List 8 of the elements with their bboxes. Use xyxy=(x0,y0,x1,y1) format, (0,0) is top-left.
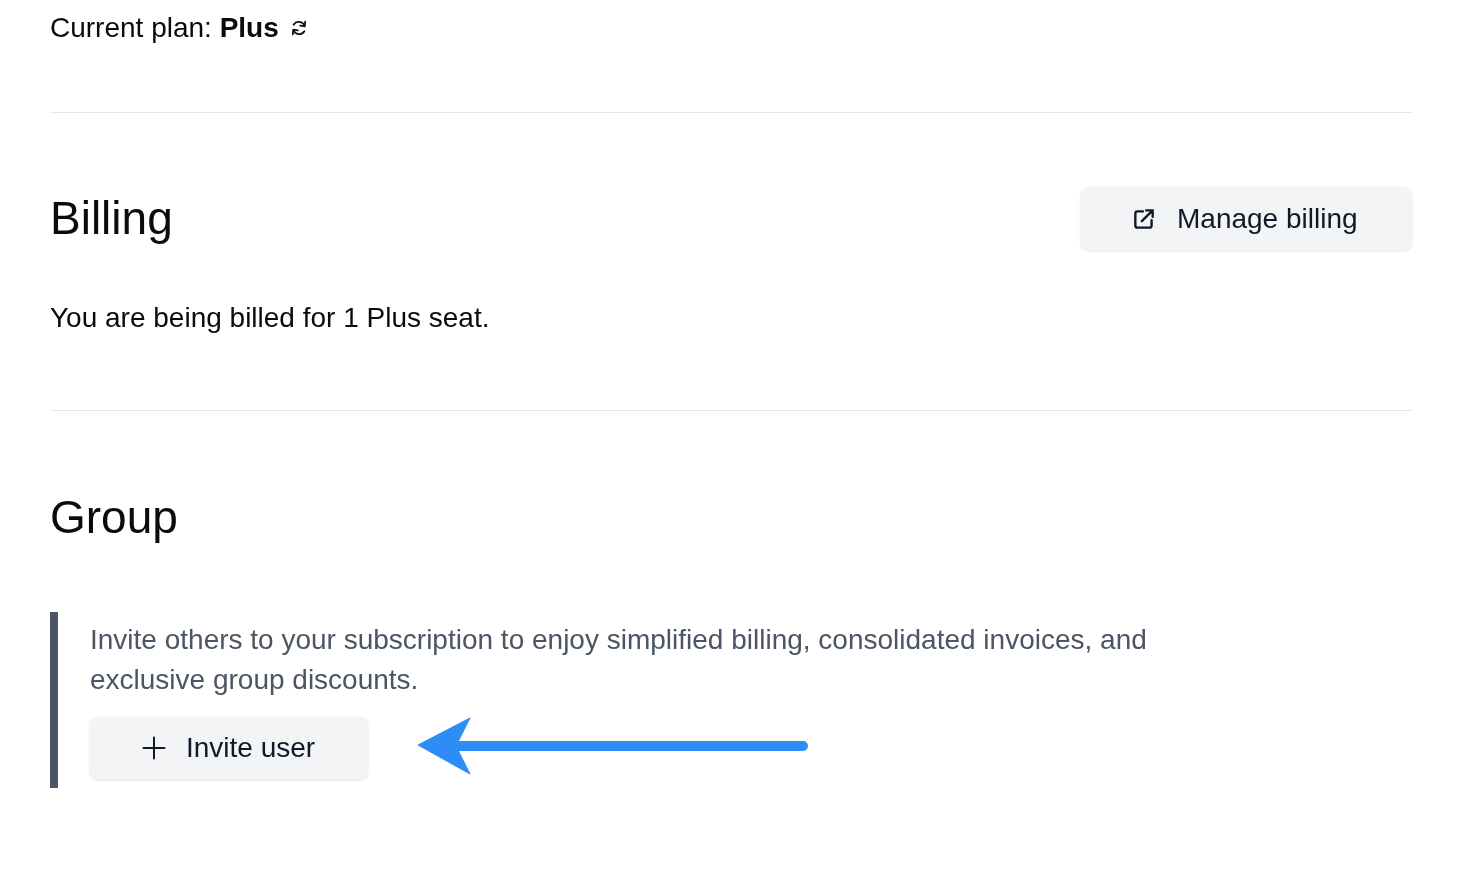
group-heading: Group xyxy=(50,490,178,545)
group-invite-note: Invite others to your subscription to enjoy simplified billing, consolidated invoices, and exclusive group discounts. xyxy=(90,623,1148,697)
manage-billing-button[interactable]: Manage billing xyxy=(1081,187,1412,250)
invite-user-button[interactable]: Invite user xyxy=(90,717,368,779)
billing-heading: Billing xyxy=(50,191,173,246)
plus-icon xyxy=(142,736,166,760)
billing-summary: You are being billed for 1 Plus seat. xyxy=(50,301,490,335)
current-plan-text: Current plan: Plus xyxy=(50,11,279,45)
